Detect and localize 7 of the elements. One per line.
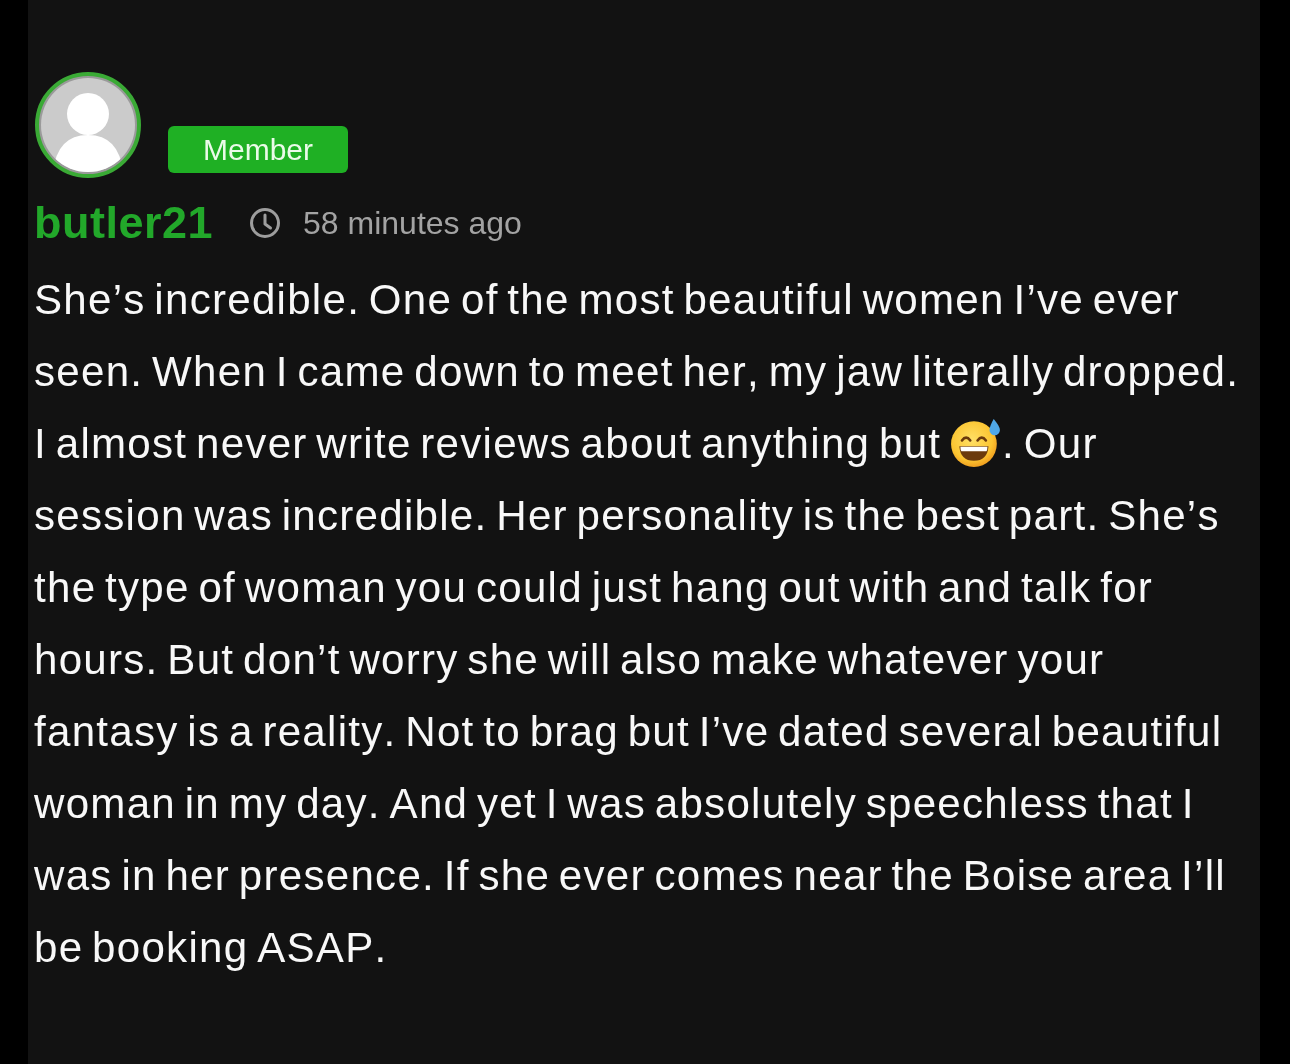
username: butler21 (34, 198, 214, 248)
role-badge: Member (168, 126, 349, 173)
review-text: She’s incredible. One of the most beautiful women I’ve ever seen. When I came down to meet her, my jaw literally dropped. I almost never write reviews about anything but . Our session was incredible. Her personality is the best part. She’s the type of woman you could just hang out with and talk for hours. But don’t worry she will also make whatever your fantasy is a reality. Not to brag but I’ve dated several beautiful woman in my day. And yet I was absolutely speechless that I was in her presence. If she ever comes near the Boise area I’ll be booking ASAP. (34, 275, 1241, 973)
grinning-sweat-emoji-icon (950, 416, 1003, 468)
avatar-silhouette-icon (35, 72, 141, 178)
clock-icon (249, 207, 282, 239)
post-time: 58 minutes ago (303, 204, 522, 243)
